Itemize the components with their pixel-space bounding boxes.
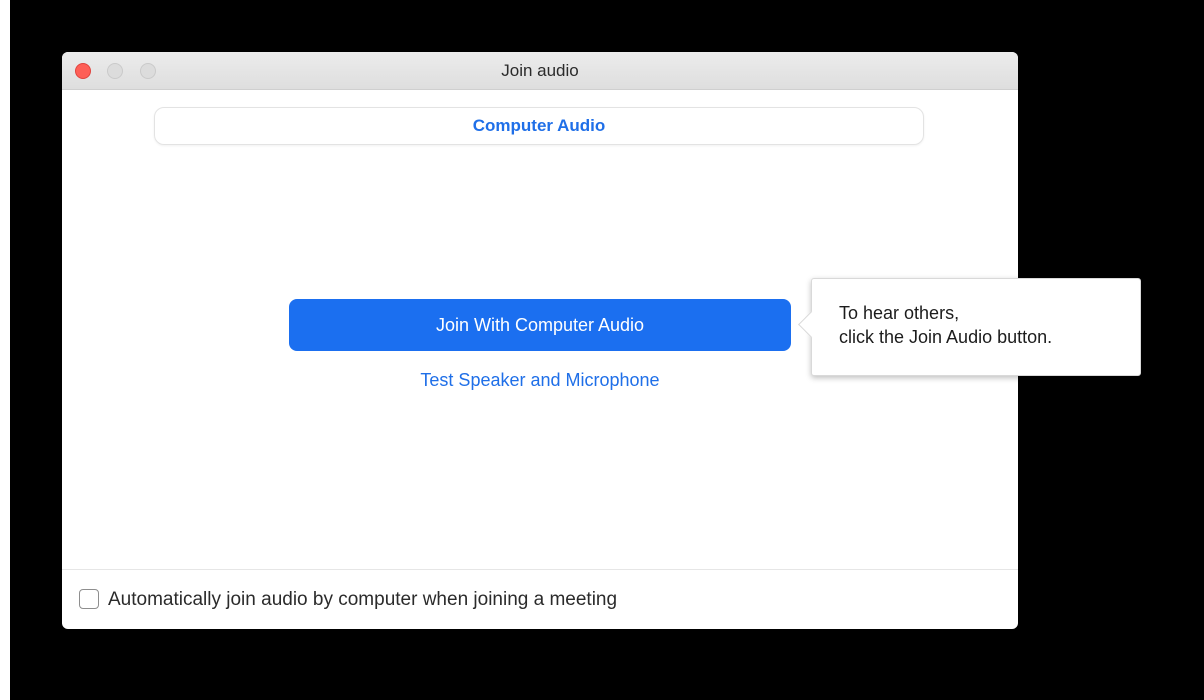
join-with-computer-audio-button[interactable]: Join With Computer Audio (289, 299, 791, 351)
auto-join-checkbox[interactable] (79, 589, 99, 609)
join-audio-tooltip: To hear others, click the Join Audio but… (798, 278, 1141, 376)
auto-join-label: Automatically join audio by computer whe… (108, 589, 618, 610)
tooltip-line-1: To hear others, (839, 303, 960, 323)
tooltip-text: To hear others, click the Join Audio but… (839, 301, 1052, 349)
window-title: Join audio (501, 61, 579, 80)
tooltip-line-2: click the Join Audio button. (839, 327, 1053, 347)
footer-divider (62, 569, 1018, 570)
tab-computer-audio[interactable]: Computer Audio (154, 107, 924, 145)
desktop-edge (0, 0, 10, 700)
title-bar: Join audio (62, 52, 1018, 90)
